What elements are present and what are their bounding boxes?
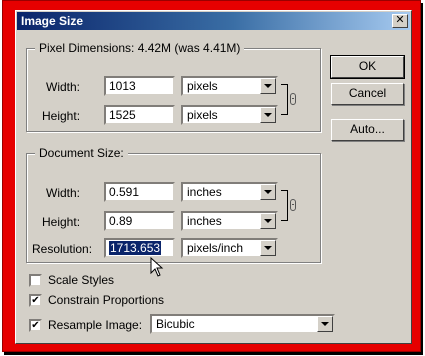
title-bar[interactable]: Image Size ✕ (17, 12, 410, 30)
resolution-field[interactable]: 1713.653 (104, 238, 175, 258)
link-bracket (281, 84, 288, 115)
resample-image-label[interactable]: Resample Image: (48, 318, 142, 332)
resolution-unit-value: pixels/inch (187, 241, 244, 255)
constrain-proportions-checkbox[interactable]: ✔ (29, 294, 42, 307)
pixel-height-field[interactable]: 1525 (104, 105, 175, 125)
document-width-field[interactable]: 0.591 (104, 182, 175, 202)
dialog-title: Image Size (21, 14, 84, 28)
pixel-width-field[interactable]: 1013 (104, 76, 175, 96)
ok-button[interactable]: OK (330, 55, 405, 79)
resolution-unit-select[interactable]: pixels/inch (181, 238, 278, 258)
chain-link-icon (290, 93, 296, 105)
chevron-down-icon[interactable] (260, 184, 276, 200)
constrain-proportions-label[interactable]: Constrain Proportions (48, 293, 164, 307)
resample-method-select[interactable]: Bicubic (150, 314, 335, 334)
close-button[interactable]: ✕ (392, 14, 408, 28)
pixel-height-unit-value: pixels (187, 108, 218, 122)
chevron-down-icon[interactable] (260, 213, 276, 229)
document-width-label: Width: (46, 186, 81, 200)
chevron-down-icon[interactable] (260, 107, 276, 123)
resample-image-checkbox[interactable]: ✔ (29, 319, 42, 332)
document-height-field[interactable]: 0.89 (104, 211, 175, 231)
arrow-cursor-icon (150, 257, 164, 277)
image-size-dialog: Image Size ✕ Pixel Dimensions: 4.42M (wa… (15, 10, 412, 344)
document-height-unit-select[interactable]: inches (181, 211, 278, 231)
document-height-unit-value: inches (187, 214, 222, 228)
pixel-width-unit-select[interactable]: pixels (181, 76, 278, 96)
pixel-width-label: Width: (46, 80, 81, 94)
document-width-unit-value: inches (187, 185, 222, 199)
document-width-unit-select[interactable]: inches (181, 182, 278, 202)
resolution-label: Resolution: (32, 242, 93, 256)
auto-button[interactable]: Auto... (331, 119, 404, 141)
pixel-width-unit-value: pixels (187, 79, 218, 93)
pixel-height-unit-select[interactable]: pixels (181, 105, 278, 125)
pixel-height-label: Height: (42, 109, 81, 123)
resample-method-value: Bicubic (156, 317, 195, 331)
link-bracket (281, 190, 288, 221)
pixel-dimensions-legend: Pixel Dimensions: 4.42M (was 4.41M) (35, 41, 245, 55)
resolution-value-selected: 1713.653 (109, 241, 162, 255)
chevron-down-icon[interactable] (317, 316, 333, 332)
cancel-button[interactable]: Cancel (331, 83, 404, 105)
chevron-down-icon[interactable] (260, 240, 276, 256)
document-height-label: Height: (42, 215, 81, 229)
scale-styles-label[interactable]: Scale Styles (48, 273, 114, 287)
scale-styles-checkbox[interactable] (29, 274, 42, 287)
chevron-down-icon[interactable] (260, 78, 276, 94)
document-size-legend: Document Size: (35, 146, 128, 160)
chain-link-icon (290, 199, 296, 211)
